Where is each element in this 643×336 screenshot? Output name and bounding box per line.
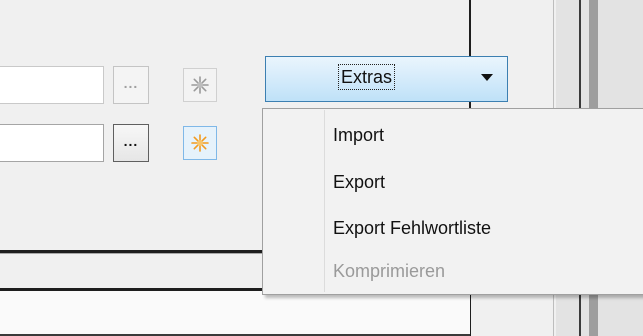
lower-panel [0, 291, 470, 336]
menu-item-import[interactable]: Import [333, 120, 384, 150]
sparkle-button-2[interactable] [183, 126, 217, 160]
sparkle-button-1[interactable] [183, 68, 217, 102]
browse-button-1[interactable]: ... [113, 66, 149, 104]
menu-gutter-line [324, 110, 325, 292]
chevron-down-icon [481, 74, 493, 81]
browse-button-2[interactable]: ... [113, 124, 149, 162]
menu-item-export[interactable]: Export [333, 167, 385, 197]
sparkle-icon [191, 134, 209, 152]
extras-menu [262, 108, 643, 295]
sparkle-icon [191, 76, 209, 94]
extras-button-label: Extras [338, 64, 396, 90]
path-input-2[interactable] [0, 124, 104, 162]
path-input-1[interactable] [0, 66, 104, 104]
menu-item-komprimieren: Komprimieren [333, 261, 446, 281]
menu-item-export-fehlwortliste[interactable]: Export Fehlwortliste [333, 213, 491, 243]
